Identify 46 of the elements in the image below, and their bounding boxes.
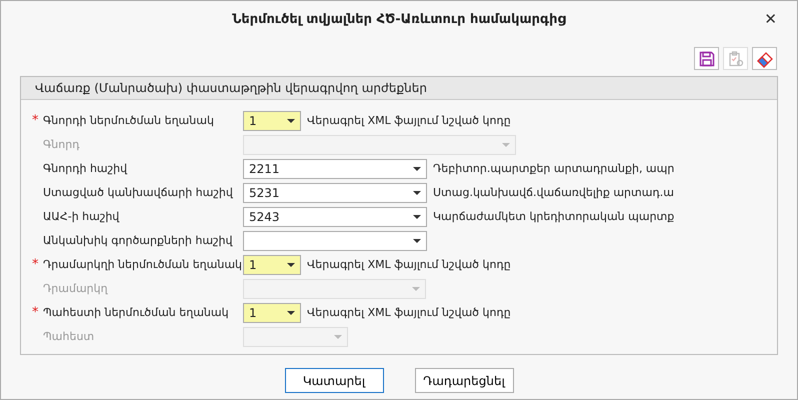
dropdown[interactable]: 2211 <box>243 159 427 179</box>
field-description: Վերագրել XML ֆայլում նշված կոդը <box>307 256 511 273</box>
field-label: Դրամարկղ <box>43 280 108 297</box>
required-mark: * <box>32 256 40 274</box>
required-mark: * <box>32 304 40 322</box>
caret-icon <box>287 263 295 267</box>
field-label: Գնորդի հաշիվ <box>43 160 128 177</box>
caret-icon <box>413 167 421 171</box>
dropdown[interactable]: 1 <box>243 111 301 131</box>
close-button[interactable]: ✕ <box>762 9 779 29</box>
field-label: Դրամարկղի ներմուծման եղանակ <box>43 256 242 273</box>
caret-icon <box>412 287 420 291</box>
dropdown[interactable]: 5231 <box>243 183 427 203</box>
field-description: Վերագրել XML ֆայլում նշված կոդը <box>307 112 511 129</box>
field-label: Պահեստի ներմուծման եղանակ <box>43 304 229 321</box>
dialog-button[interactable]: Դադարեցնել <box>414 368 514 393</box>
required-mark: * <box>32 112 40 130</box>
dropdown[interactable]: 5243 <box>243 207 427 227</box>
dropdown[interactable]: 1 <box>243 303 301 323</box>
caret-icon <box>413 239 421 243</box>
field-label: ԱԱՀ-ի հաշիվ <box>43 208 120 225</box>
toolbar-button[interactable] <box>694 47 719 70</box>
dropdown[interactable] <box>243 231 427 251</box>
dialog-button[interactable]: Կատարել <box>284 368 384 393</box>
caret-icon <box>413 191 421 195</box>
caret-icon <box>502 143 510 147</box>
field-description: Կարճաժամկետ կրեդիտորական պարտք <box>433 208 674 225</box>
caret-icon <box>287 119 295 123</box>
field-label: Գնորդ <box>43 136 80 153</box>
clipboard-gear-icon <box>728 50 744 66</box>
caret-icon <box>287 311 295 315</box>
field-label: Անկանխիկ գործարքների հաշիվ <box>43 232 232 249</box>
window-title: Ներմուծել տվյալներ ՀԾ-Առևտուր համակարգից <box>232 11 566 30</box>
field-description: Ստաց.կանխավճ.վաճառվելիք արտադ.ա <box>433 184 674 201</box>
eraser-icon <box>756 50 774 68</box>
panel-header: Վաճառք (Մանրածախ) փաստաթղթին վերագրվող արժեքներ <box>21 77 777 100</box>
field-description: Վերագրել XML ֆայլում նշված կոդը <box>307 304 511 321</box>
caret-icon <box>334 335 342 339</box>
caret-icon <box>413 215 421 219</box>
toolbar-button[interactable] <box>752 47 777 70</box>
field-label: Ստացված կանխավճարի հաշիվ <box>43 184 233 201</box>
field-label: Պահեստ <box>43 328 94 345</box>
field-label: Գնորդի ներմուծման եղանակ <box>43 112 214 129</box>
dropdown[interactable]: 1 <box>243 255 301 275</box>
field-description: Դեբիտոր.պարտքեր արտադրանքի, ապր <box>433 160 674 177</box>
save-icon <box>698 50 714 66</box>
